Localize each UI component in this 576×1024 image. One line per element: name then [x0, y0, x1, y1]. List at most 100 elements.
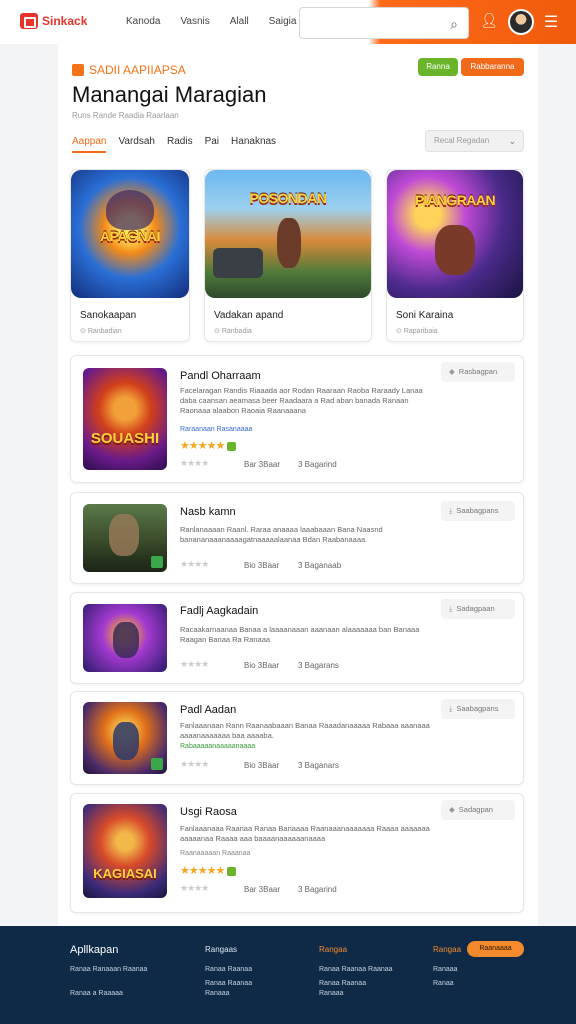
page-subtitle: Runs Rande Raadia Raarlaan	[72, 111, 179, 120]
featured-art: PIANGRAAN	[387, 170, 523, 298]
download-button[interactable]: ◆ Sadagpan	[441, 800, 515, 820]
footer-heading: Rangaa	[433, 945, 462, 954]
footer-link[interactable]: Ranaa Raanaa	[205, 966, 252, 973]
item-title[interactable]: Pandl Oharraam	[180, 370, 261, 382]
list-item[interactable]: Padl Aadan Fanlaaanaan Rann Raanaabaaan …	[70, 691, 524, 785]
item-description: Facelaragan Randis Riaaada aor Rodan Raa…	[180, 386, 423, 415]
tab-1[interactable]: Aappan	[72, 136, 107, 153]
footer-link[interactable]: Ranaa Raanaa	[319, 980, 366, 987]
app-icon	[72, 64, 84, 76]
rating-stars: ★★★★★	[180, 864, 237, 877]
footer-link[interactable]: Ranaa Raanaa Raanaa	[319, 966, 393, 973]
top-bar: Sinkack Kanoda Vasnis Alall Saigia ⌕ 👤︎ …	[0, 0, 576, 44]
featured-card[interactable]: POSONDAN Vadakan apand ⊙ Ranbadia	[204, 169, 372, 342]
featured-title: Soni Karaina	[396, 310, 454, 321]
item-title[interactable]: Nasb kamn	[180, 506, 236, 518]
breadcrumb-text[interactable]: SADII AAPIIAPSA	[89, 63, 186, 77]
footer-link[interactable]: Ranaaa	[205, 990, 230, 997]
item-size: Bar 3Baar	[244, 885, 281, 894]
logo[interactable]: Sinkack	[20, 13, 87, 29]
logo-text: Sinkack	[42, 14, 88, 28]
footer-text: Ranaa Ranaaan Raanaa	[70, 966, 148, 973]
item-size: Bio 3Baar	[244, 661, 280, 670]
art-title: APAGNAI	[99, 228, 161, 244]
tab-5[interactable]: Hanaknas	[231, 136, 276, 153]
footer-copyright: Ranaa a Raaaaa	[70, 990, 123, 997]
footer-link[interactable]: Ranaa Raanaa	[205, 980, 252, 987]
page-title: Manangai Maragian	[72, 82, 267, 107]
logo-icon	[20, 13, 38, 29]
footer-link[interactable]: Ranaaa	[319, 990, 344, 997]
search-box: ⌕	[299, 7, 469, 39]
nav-item[interactable]: Kanoda	[126, 16, 160, 27]
item-tag[interactable]: Raanaaaaan Raaanaa	[180, 850, 250, 857]
nav-item[interactable]: Alall	[230, 16, 249, 27]
main-panel: SADII AAPIIAPSA Manangai Maragian Runs R…	[58, 44, 538, 926]
list-item[interactable]: KAGIASAI Usgi Raosa Fanlaaanaaa Raanaa R…	[70, 793, 524, 913]
avatar[interactable]	[508, 9, 534, 35]
item-tag[interactable]: Rabaaaaanaaaaanaaaa	[180, 743, 255, 750]
item-title[interactable]: Padl Aadan	[180, 704, 236, 716]
download-button[interactable]: ◆ Rasbagpan	[441, 362, 515, 382]
sort-select[interactable]: Recal Regadan ⌄	[425, 130, 524, 152]
list-item[interactable]: Nasb kamn Ranlanaaaan Raanl. Raraa anaaa…	[70, 492, 524, 584]
item-title[interactable]: Fadlj Aagkadain	[180, 605, 258, 617]
item-downloads: 3 Bagarind	[298, 460, 337, 469]
item-downloads: 3 Baganars	[298, 761, 339, 770]
item-description: Fanlaaanaan Rann Raanaabaaan Banaa Raaad…	[180, 721, 430, 740]
footer-link[interactable]: Ranaa	[433, 980, 454, 987]
verified-icon	[227, 441, 237, 451]
art-title: POSONDAN	[249, 190, 327, 206]
tab-4[interactable]: Pai	[205, 136, 219, 153]
list-item[interactable]: Fadlj Aagkadain Racaakarnaanaa Banaa a l…	[70, 592, 524, 684]
nav-item[interactable]: Saigia	[269, 16, 297, 27]
item-description: Racaakarnaanaa Banaa a laaaanaaan aaanaa…	[180, 625, 420, 644]
download-button[interactable]: ⤓ Saabagpans	[441, 699, 515, 719]
item-size: Bio 3Baar	[244, 761, 280, 770]
featured-art: APAGNAI	[71, 170, 189, 298]
nav-item[interactable]: Vasnis	[180, 16, 209, 27]
orange-button[interactable]: Rabbaranna	[461, 58, 524, 76]
featured-card[interactable]: APAGNAI Sanokaapan ⊙ Ranbadian	[70, 169, 190, 342]
footer-link[interactable]: Ranaaa	[433, 966, 458, 973]
featured-meta: ⊙ Ranbadian	[80, 328, 122, 335]
item-title[interactable]: Usgi Raosa	[180, 806, 237, 818]
app-thumbnail: SOUASHI	[83, 368, 167, 470]
featured-card[interactable]: PIANGRAAN Soni Karaina ⊙ Raparibaia	[386, 169, 524, 342]
green-button[interactable]: Ranna	[418, 58, 458, 76]
item-description: Fanlaaanaaa Raanaa Ranaa Banaaaa Raanaaa…	[180, 824, 430, 843]
tag-icon: ◆	[449, 367, 455, 376]
featured-title: Vadakan apand	[214, 310, 284, 321]
featured-art: POSONDAN	[205, 170, 371, 298]
download-icon: ⤓	[449, 506, 453, 515]
item-downloads: 3 Baganaab	[298, 561, 342, 570]
download-button[interactable]: ⤓ Sadagpaan	[441, 599, 515, 619]
user-icon[interactable]: 👤︎	[480, 12, 498, 30]
footer-button[interactable]: Raanaaaa	[467, 941, 524, 957]
search-input[interactable]	[308, 8, 448, 38]
rating-stars: ★★★★★	[180, 439, 237, 452]
search-icon[interactable]: ⌕	[450, 16, 458, 33]
menu-icon[interactable]: ☰	[542, 12, 560, 31]
tab-3[interactable]: Radis	[167, 136, 193, 153]
app-thumbnail	[83, 604, 167, 672]
featured-meta: ⊙ Ranbadia	[214, 328, 252, 335]
chevron-down-icon: ⌄	[508, 136, 516, 146]
featured-meta: ⊙ Raparibaia	[396, 328, 438, 335]
rating-stars-empty: ★★★★	[180, 559, 209, 569]
app-thumbnail	[83, 702, 167, 774]
tab-bar: Aappan Vardsah Radis Pai Hanaknas	[72, 136, 276, 153]
download-icon: ⤓	[449, 704, 453, 713]
breadcrumb: SADII AAPIIAPSA	[72, 63, 186, 77]
featured-title: Sanokaapan	[80, 310, 137, 321]
main-nav: Kanoda Vasnis Alall Saigia	[126, 16, 296, 27]
rating-stars-empty: ★★★★	[180, 883, 209, 893]
tab-2[interactable]: Vardsah	[118, 136, 155, 153]
download-icon: ⤓	[449, 604, 453, 613]
list-item[interactable]: SOUASHI Pandl Oharraam Facelaragan Randi…	[70, 355, 524, 483]
item-tag[interactable]: Raraanaan Rasanaaaa	[180, 426, 252, 433]
rating-stars-empty: ★★★★	[180, 659, 209, 669]
download-button[interactable]: ⤓ Saabagpans	[441, 501, 515, 521]
item-description: Ranlanaaaan Raanl. Raraa anaaaa laaabaaa…	[180, 525, 383, 544]
verified-icon	[227, 866, 237, 876]
